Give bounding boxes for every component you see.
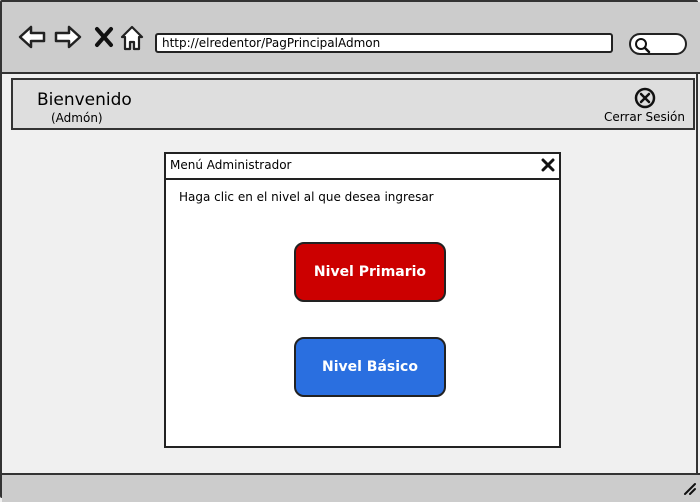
welcome-title: Bienvenido bbox=[37, 90, 132, 110]
instruction-text: Haga clic en el nivel al que desea ingre… bbox=[179, 190, 434, 204]
forward-icon[interactable] bbox=[54, 24, 82, 50]
close-icon[interactable] bbox=[541, 158, 555, 172]
user-role: (Admón) bbox=[51, 111, 103, 125]
admin-menu-dialog: Menú Administrador Haga clic en el nivel… bbox=[164, 152, 561, 448]
browser-toolbar: http://elredentor/PagPrincipalAdmon bbox=[2, 2, 700, 74]
home-icon[interactable] bbox=[119, 24, 145, 52]
search-icon bbox=[635, 38, 651, 54]
back-icon[interactable] bbox=[18, 24, 46, 50]
address-bar[interactable]: http://elredentor/PagPrincipalAdmon bbox=[155, 33, 613, 53]
dialog-title: Menú Administrador bbox=[170, 158, 292, 172]
header-panel: Bienvenido (Admón) Cerrar Sesión bbox=[11, 78, 695, 130]
search-field[interactable] bbox=[629, 33, 687, 55]
stop-icon[interactable] bbox=[94, 24, 114, 50]
nivel-basico-button[interactable]: Nivel Básico bbox=[294, 337, 446, 397]
nivel-primario-button[interactable]: Nivel Primario bbox=[294, 242, 446, 302]
browser-window: http://elredentor/PagPrincipalAdmon Bien… bbox=[0, 0, 700, 502]
dialog-titlebar: Menú Administrador bbox=[166, 154, 559, 180]
close-circle-icon[interactable] bbox=[633, 86, 657, 110]
logout-link[interactable]: Cerrar Sesión bbox=[604, 110, 685, 124]
resize-grip-icon[interactable] bbox=[682, 481, 696, 495]
status-bar bbox=[2, 473, 700, 502]
